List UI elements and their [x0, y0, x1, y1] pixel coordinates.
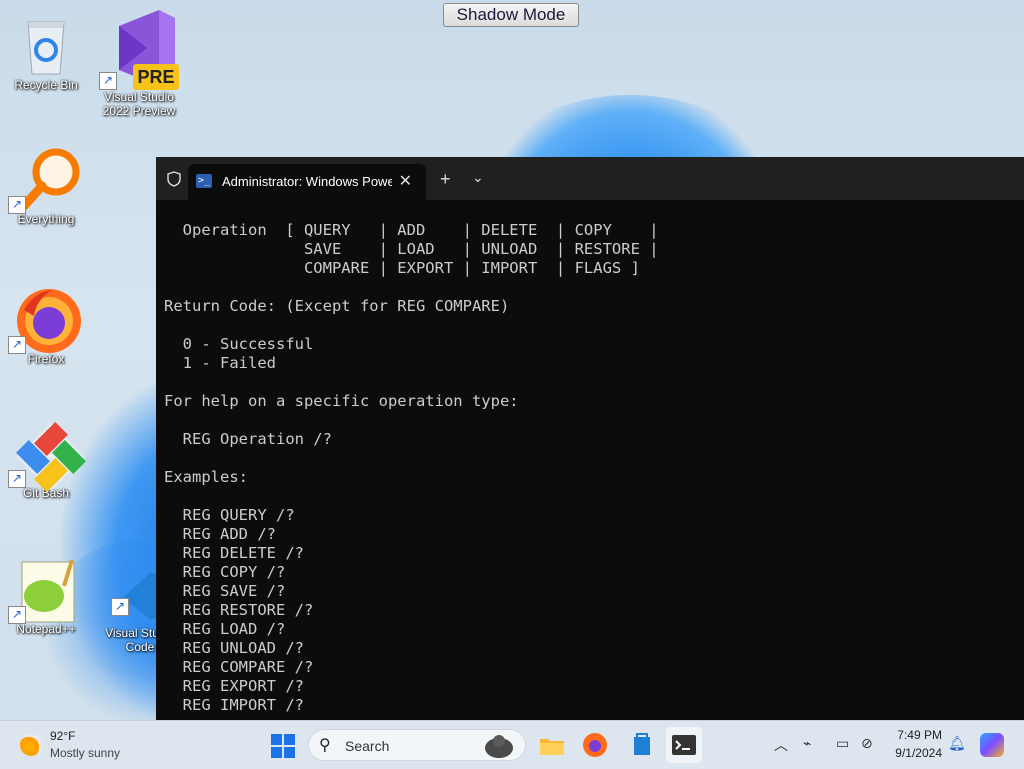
terminal-output[interactable]: Operation [ QUERY | ADD | DELETE | COPY … [164, 221, 1024, 715]
desktop-icon-notepad-plus-plus[interactable]: ↗ Notepad++ [1, 556, 91, 636]
recycle-bin-icon [14, 12, 78, 76]
firefox-icon: ↗ [8, 286, 81, 354]
shortcut-arrow-icon: ↗ [111, 598, 129, 616]
terminal-line: COMPARE | EXPORT | IMPORT | FLAGS ] [164, 259, 640, 277]
clock-time[interactable]: 7:49 PM [880, 728, 942, 742]
shortcut-arrow-icon: ↗ [8, 470, 26, 488]
visual-studio-icon: PRE ↗ [97, 6, 181, 90]
copilot-preview-icon[interactable] [980, 733, 1004, 757]
desktop-icon-label: Visual Studio 2022 Preview [102, 90, 176, 118]
tab-administrator-powershell[interactable]: >_ Administrator: Windows PowerShell ✕ [188, 164, 426, 200]
pre-badge: PRE [133, 64, 179, 90]
terminal-line: REG RESTORE /? [164, 601, 314, 619]
clock-date[interactable]: 9/1/2024 [880, 746, 942, 760]
weather-sun-icon[interactable] [20, 734, 42, 756]
terminal-line: REG COMPARE /? [164, 658, 314, 676]
git-bash-icon: ↗ [8, 420, 86, 492]
shortcut-arrow-icon: ↗ [99, 72, 117, 90]
terminal-line: REG LOAD /? [164, 620, 286, 638]
terminal-line: REG IMPORT /? [164, 696, 304, 714]
close-tab-icon[interactable]: ✕ [399, 171, 412, 191]
taskbar-search-box[interactable]: ⚲ Search [308, 729, 526, 761]
taskbar: 92°F Mostly sunny ⚲ Search ︿ ⌁ ▭ ⊘ 7:49 … [0, 720, 1024, 769]
notification-bell-icon[interactable]: 🔔︎ [948, 735, 966, 752]
terminal-line: REG COPY /? [164, 563, 286, 581]
store-bag-icon[interactable] [628, 731, 656, 759]
terminal-line: REG DELETE /? [164, 544, 304, 562]
new-tab-button[interactable]: + [440, 169, 451, 190]
display-icon[interactable]: ▭ [836, 735, 849, 752]
tab-dropdown-chevron-icon[interactable]: ⌄ [472, 169, 484, 186]
search-icon: ⚲ [319, 737, 331, 754]
terminal-line: For help on a specific operation type: [164, 392, 519, 410]
weather-description[interactable]: Mostly sunny [50, 746, 120, 760]
show-hidden-icons-chevron-up-icon[interactable]: ︿ [774, 735, 788, 755]
weather-temperature[interactable]: 92°F [50, 729, 75, 743]
terminal-line: REG Operation /? [164, 430, 332, 448]
powershell-icon: >_ [196, 174, 212, 188]
everything-magnifier-icon: ↗ [8, 146, 80, 214]
desktop-icon-recycle-bin[interactable]: Recycle Bin [1, 12, 91, 92]
desktop-icon-visual-studio-2022-preview[interactable]: PRE ↗ Visual Studio 2022 Preview [94, 6, 184, 118]
terminal-line: REG EXPORT /? [164, 677, 304, 695]
desktop-icon-firefox[interactable]: ↗ Firefox [1, 286, 91, 366]
terminal-line: REG QUERY /? [164, 506, 295, 524]
desktop-icon-git-bash[interactable]: ↗ Git Bash [1, 420, 91, 500]
terminal-window[interactable]: >_ Administrator: Windows PowerShell ✕ +… [156, 157, 1024, 720]
terminal-line: Operation [ QUERY | ADD | DELETE | COPY … [164, 221, 659, 239]
terminal-line: Return Code: (Except for REG COMPARE) [164, 297, 510, 315]
search-placeholder: Search [345, 738, 390, 754]
desktop-icon-label: Recycle Bin [14, 78, 78, 92]
network-offline-icon[interactable]: ⌁ [803, 735, 811, 752]
file-explorer-icon[interactable] [538, 731, 566, 759]
shortcut-arrow-icon: ↗ [8, 196, 26, 214]
terminal-titlebar[interactable]: >_ Administrator: Windows PowerShell ✕ +… [156, 157, 1024, 200]
notepad-plus-plus-icon: ↗ [8, 556, 78, 624]
terminal-line: Examples: [164, 468, 248, 486]
shortcut-arrow-icon: ↗ [8, 606, 26, 624]
search-highlight-gorilla-icon [485, 735, 513, 758]
tab-title: Administrator: Windows PowerShell [222, 174, 392, 189]
terminal-line: REG SAVE /? [164, 582, 286, 600]
volume-muted-icon[interactable]: ⊘ [861, 735, 873, 752]
admin-shield-icon [167, 171, 181, 187]
terminal-line: 0 - Successful [164, 335, 314, 353]
shortcut-arrow-icon: ↗ [8, 336, 26, 354]
terminal-line: REG UNLOAD /? [164, 639, 304, 657]
terminal-taskbar-icon[interactable] [666, 727, 702, 763]
firefox-taskbar-icon[interactable] [581, 731, 609, 759]
terminal-line: REG ADD /? [164, 525, 276, 543]
terminal-line: 1 - Failed [164, 354, 276, 372]
terminal-line: SAVE | LOAD | UNLOAD | RESTORE | [164, 240, 659, 258]
start-button-windows-icon[interactable] [271, 734, 295, 758]
desktop-icon-everything[interactable]: ↗ Everything [1, 146, 91, 226]
shadow-mode-button[interactable]: Shadow Mode [443, 3, 579, 27]
